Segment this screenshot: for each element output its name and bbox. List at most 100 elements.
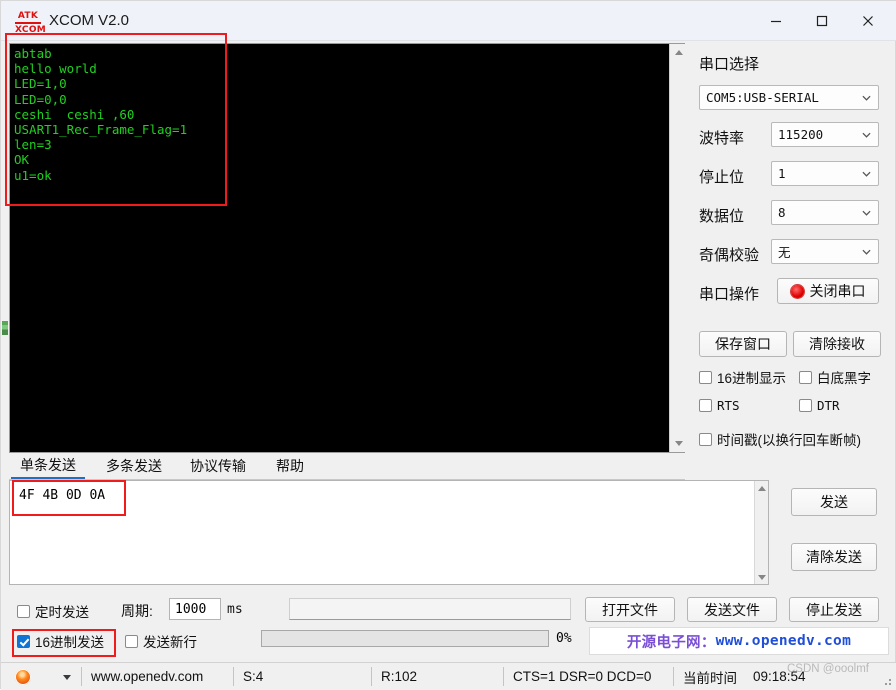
checkbox-timed-send[interactable]: 定时发送 bbox=[17, 601, 89, 621]
status-divider bbox=[81, 667, 82, 686]
csdn-watermark: CSDN @ooolmf bbox=[787, 663, 869, 675]
clear-receive-button[interactable]: 清除接收 bbox=[793, 331, 881, 357]
send-scroll-down-button[interactable] bbox=[755, 570, 769, 584]
close-button[interactable] bbox=[845, 1, 891, 40]
receive-scrollbar[interactable] bbox=[669, 44, 686, 452]
open-file-button[interactable]: 打开文件 bbox=[585, 597, 675, 622]
stopbits-label: 停止位 bbox=[699, 169, 745, 186]
port-select-value: COM5:USB-SERIAL bbox=[706, 90, 819, 105]
chevron-up-icon bbox=[758, 485, 766, 491]
checkbox-white-bg-black-text[interactable]: 白底黑字 bbox=[799, 367, 871, 387]
checkbox-timed-send-label: 定时发送 bbox=[35, 605, 89, 620]
port-select-combobox[interactable]: COM5:USB-SERIAL bbox=[699, 85, 879, 110]
tab-help[interactable]: 帮助 bbox=[267, 453, 313, 479]
period-label: 周期: bbox=[121, 603, 153, 619]
chevron-down-icon bbox=[674, 441, 683, 446]
databits-label: 数据位 bbox=[699, 208, 745, 225]
period-input[interactable]: 1000 bbox=[169, 598, 221, 620]
checkbox-hex-send-label: 16进制发送 bbox=[35, 635, 105, 650]
status-site[interactable]: www.openedv.com bbox=[83, 663, 233, 690]
left-edge-artifact bbox=[2, 321, 8, 335]
chevron-up-icon bbox=[674, 50, 683, 55]
window-title: XCOM V2.0 bbox=[49, 12, 130, 29]
checkbox-box-icon bbox=[799, 399, 812, 412]
baudrate-value: 115200 bbox=[778, 127, 824, 142]
checkbox-dtr-label: DTR bbox=[817, 398, 840, 413]
chevron-down-icon bbox=[862, 171, 871, 177]
checkbox-white-bg-black-text-label: 白底黑字 bbox=[817, 371, 871, 386]
receive-scroll-down-button[interactable] bbox=[670, 435, 687, 452]
maximize-icon bbox=[815, 14, 829, 28]
checkbox-box-icon bbox=[17, 604, 30, 618]
watermark-en-text: www.openedv.com bbox=[715, 633, 852, 649]
logo-line-xcom: XCOM bbox=[15, 25, 47, 35]
send-mode-tabs: 单条发送 多条发送 协议传输 帮助 bbox=[9, 453, 685, 480]
checkbox-box-icon bbox=[17, 634, 30, 648]
maximize-button[interactable] bbox=[799, 1, 845, 40]
chevron-down-icon bbox=[862, 95, 871, 101]
resize-grip[interactable] bbox=[883, 677, 893, 687]
stopbits-combobox[interactable]: 1 bbox=[771, 161, 879, 186]
checkbox-timestamp[interactable]: 时间戳(以换行回车断帧) bbox=[699, 429, 861, 449]
checkbox-send-newline-label: 发送新行 bbox=[143, 635, 197, 650]
title-bar: ATK XCOM XCOM V2.0 bbox=[1, 1, 896, 41]
xcom-window: ATK XCOM XCOM V2.0 abtab hello world LED… bbox=[0, 0, 896, 690]
period-unit-label: ms bbox=[227, 602, 243, 617]
send-progress-bar bbox=[261, 630, 549, 647]
status-divider bbox=[233, 667, 234, 686]
checkbox-box-icon bbox=[125, 634, 138, 648]
parity-combobox[interactable]: 无 bbox=[771, 239, 879, 264]
checkbox-send-newline[interactable]: 发送新行 bbox=[125, 631, 197, 651]
checkbox-timestamp-label: 时间戳(以换行回车断帧) bbox=[717, 433, 861, 448]
watermark-cn-text: 开源电子网： bbox=[626, 634, 716, 651]
logo-line-atk: ATK bbox=[15, 11, 41, 24]
send-text-value: 4F 4B 0D 0A bbox=[19, 488, 106, 503]
serial-status-led-icon bbox=[790, 284, 804, 298]
tab-single-send[interactable]: 单条发送 bbox=[11, 453, 85, 479]
tab-multi-send[interactable]: 多条发送 bbox=[97, 453, 171, 479]
checkbox-hex-send[interactable]: 16进制发送 bbox=[17, 631, 104, 651]
close-icon bbox=[861, 14, 875, 28]
receive-text: abtab hello world LED=1,0 LED=0,0 ceshi … bbox=[14, 46, 188, 183]
chevron-down-icon bbox=[758, 574, 766, 580]
minimize-icon bbox=[769, 14, 783, 28]
checkbox-box-icon bbox=[799, 370, 812, 384]
minimize-button[interactable] bbox=[753, 1, 799, 40]
save-window-button[interactable]: 保存窗口 bbox=[699, 331, 787, 357]
chevron-down-icon bbox=[862, 132, 871, 138]
send-file-button[interactable]: 发送文件 bbox=[687, 597, 777, 622]
tab-protocol-send[interactable]: 协议传输 bbox=[181, 453, 255, 479]
serial-settings-panel: 串口选择 COM5:USB-SERIAL 波特率 115200 停止位 1 数据… bbox=[691, 43, 895, 461]
checkbox-box-icon bbox=[699, 399, 712, 412]
checkbox-box-icon bbox=[699, 432, 712, 446]
atk-xcom-logo-icon: ATK XCOM bbox=[15, 11, 47, 35]
checkbox-box-icon bbox=[699, 370, 712, 384]
databits-value: 8 bbox=[778, 205, 786, 220]
checkbox-dtr[interactable]: DTR bbox=[799, 398, 840, 413]
status-sent-count: S:4 bbox=[243, 669, 264, 684]
send-scrollbar[interactable] bbox=[754, 481, 768, 584]
send-textarea[interactable]: 4F 4B 0D 0A bbox=[9, 480, 769, 585]
receive-textarea[interactable]: abtab hello world LED=1,0 LED=0,0 ceshi … bbox=[9, 43, 685, 453]
port-select-label: 串口选择 bbox=[699, 56, 760, 73]
baudrate-combobox[interactable]: 115200 bbox=[771, 122, 879, 147]
send-scroll-up-button[interactable] bbox=[755, 481, 769, 495]
receive-scroll-up-button[interactable] bbox=[670, 44, 687, 61]
stop-send-button[interactable]: 停止发送 bbox=[789, 597, 879, 622]
checkbox-hex-display-label: 16进制显示 bbox=[717, 371, 787, 386]
close-serial-port-label: 关闭串口 bbox=[809, 283, 866, 299]
status-bar: www.openedv.com S:4 R:102 CTS=1 DSR=0 DC… bbox=[1, 662, 896, 690]
serial-operation-label: 串口操作 bbox=[699, 286, 760, 303]
status-divider bbox=[503, 667, 504, 686]
stopbits-value: 1 bbox=[778, 166, 786, 181]
openedv-watermark: 开源电子网： www.openedv.com bbox=[589, 627, 889, 655]
close-serial-port-button[interactable]: 关闭串口 bbox=[777, 278, 879, 304]
chevron-down-icon[interactable] bbox=[63, 675, 71, 680]
checkbox-rts[interactable]: RTS bbox=[699, 398, 740, 413]
file-path-field[interactable] bbox=[289, 598, 571, 620]
databits-combobox[interactable]: 8 bbox=[771, 200, 879, 225]
checkbox-hex-display[interactable]: 16进制显示 bbox=[699, 367, 786, 387]
clear-send-button[interactable]: 清除发送 bbox=[791, 543, 877, 571]
status-signals: CTS=1 DSR=0 DCD=0 bbox=[513, 669, 652, 684]
send-button[interactable]: 发送 bbox=[791, 488, 877, 516]
